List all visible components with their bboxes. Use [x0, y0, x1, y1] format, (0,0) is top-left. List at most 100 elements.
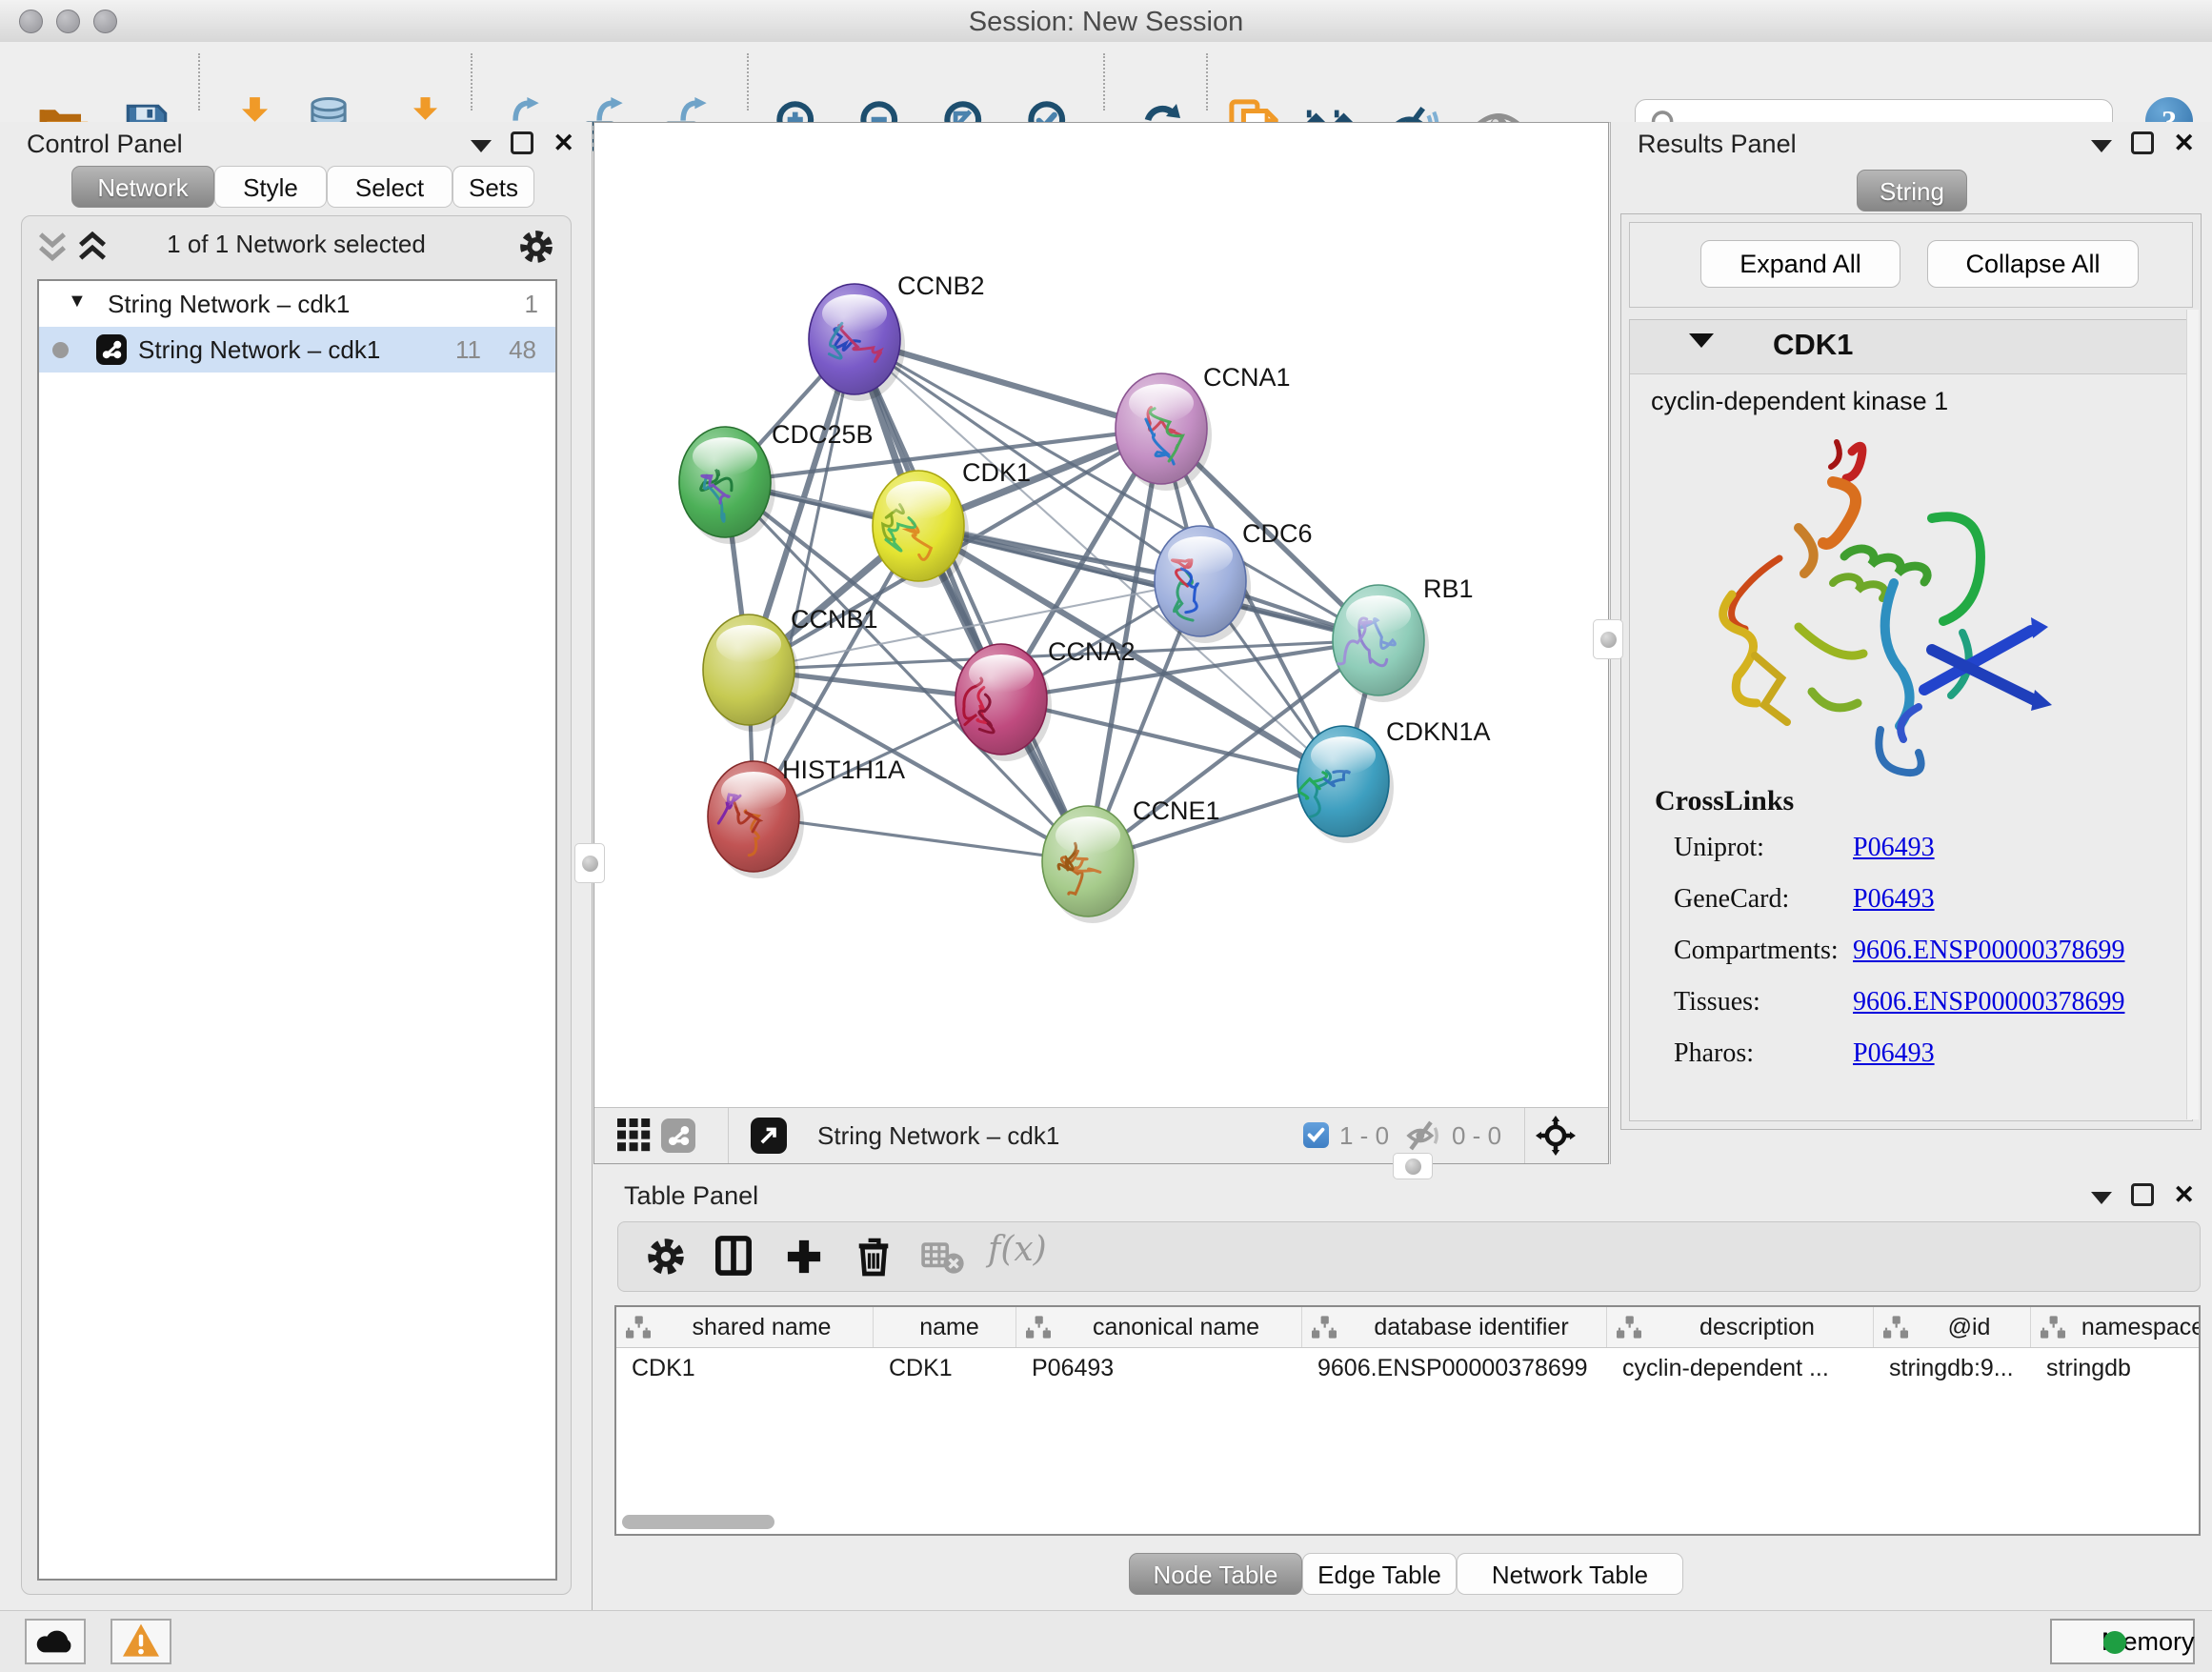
cloud-button[interactable]: [25, 1619, 86, 1664]
column-label: canonical name: [1051, 1314, 1301, 1341]
column-header--id[interactable]: @id: [1874, 1307, 2031, 1347]
network-node-HIST1H1A[interactable]: HIST1H1A: [708, 755, 905, 878]
network-node-CDKN1A[interactable]: CDKN1A: [1293, 717, 1491, 843]
table-cell[interactable]: CDK1: [874, 1347, 1016, 1389]
table-options-gear-icon[interactable]: [647, 1238, 685, 1276]
string-results-box: Expand All Collapse All CDK1 cyclin-depe…: [1620, 213, 2202, 1130]
crosslink-link[interactable]: 9606.ENSP00000378699: [1853, 936, 2124, 966]
node-label: CCNB2: [897, 272, 985, 300]
table-cell[interactable]: stringdb: [2031, 1347, 2201, 1389]
network-row-selected[interactable]: String Network – cdk1 11 48: [39, 327, 555, 373]
network-node-RB1[interactable]: RB1: [1333, 574, 1474, 702]
network-node-CCNB2[interactable]: CCNB2: [809, 272, 985, 401]
memory-status-dot: [2103, 1631, 2126, 1654]
options-gear-icon[interactable]: [519, 230, 553, 264]
tab-string[interactable]: String: [1857, 170, 1967, 212]
toolbar-separator: [471, 53, 473, 111]
panel-menu-icon[interactable]: [471, 140, 492, 152]
network-node-CCNB1[interactable]: CCNB1: [703, 605, 878, 732]
node-label: CDC25B: [772, 420, 874, 449]
expander-icon[interactable]: ▼: [68, 291, 87, 312]
network-view-mode-button[interactable]: [661, 1118, 695, 1153]
tab-network-table[interactable]: Network Table: [1457, 1553, 1683, 1595]
crosslink-label: Compartments:: [1674, 936, 1839, 966]
panel-menu-icon[interactable]: [2091, 140, 2112, 152]
warnings-button[interactable]: [111, 1619, 171, 1664]
table-cell[interactable]: P06493: [1016, 1347, 1302, 1389]
collapse-triangle-icon[interactable]: [1689, 333, 1714, 348]
results-scrollbar[interactable]: [2186, 310, 2199, 1119]
function-builder-fx: f(x): [988, 1230, 1047, 1269]
panel-close-icon[interactable]: ✕: [553, 132, 574, 153]
gene-entry-header[interactable]: CDK1: [1630, 320, 2192, 374]
table-cell[interactable]: 9606.ENSP00000378699: [1302, 1347, 1607, 1389]
column-header-canonical-name[interactable]: canonical name: [1016, 1307, 1302, 1347]
column-header-name[interactable]: name: [874, 1307, 1016, 1347]
node-label: CDKN1A: [1386, 717, 1491, 746]
delete-column-trash-icon[interactable]: [856, 1236, 891, 1278]
control-panel: Control Panel ✕ NetworkStyleSelectSets 1…: [0, 122, 593, 1610]
panel-float-icon[interactable]: [2131, 131, 2154, 154]
crosslink-link[interactable]: P06493: [1853, 1038, 1935, 1069]
network-node-CDC6[interactable]: CDC6: [1155, 519, 1313, 643]
crosslink-label: GeneCard:: [1674, 884, 1789, 915]
hierarchy-icon: [1312, 1316, 1337, 1339]
tab-select[interactable]: Select: [327, 166, 452, 208]
table-toolbar: f(x): [617, 1221, 2201, 1292]
tab-style[interactable]: Style: [214, 166, 327, 208]
separator: [1524, 1108, 1525, 1163]
node-label: CCNA1: [1203, 363, 1291, 392]
separator: [728, 1108, 729, 1163]
column-header-shared-name[interactable]: shared name: [616, 1307, 874, 1347]
cloud-icon: [34, 1624, 76, 1657]
panel-float-icon[interactable]: [511, 131, 533, 154]
column-header-description[interactable]: description: [1607, 1307, 1874, 1347]
collapse-all-button[interactable]: Collapse All: [1927, 240, 2139, 288]
panel-close-icon[interactable]: ✕: [2173, 1184, 2195, 1205]
edge-count: 48: [509, 335, 536, 365]
export-arrow-icon: [511, 97, 541, 122]
table-cell[interactable]: stringdb:9...: [1874, 1347, 2031, 1389]
panel-float-icon[interactable]: [2131, 1183, 2154, 1206]
crosslink-link[interactable]: P06493: [1853, 884, 1935, 915]
memory-button[interactable]: Memory: [2050, 1619, 2195, 1664]
network-node-CDC25B[interactable]: CDC25B: [679, 420, 874, 544]
column-header-database-identifier[interactable]: database identifier: [1302, 1307, 1607, 1347]
tab-edge-table[interactable]: Edge Table: [1302, 1553, 1457, 1595]
table-horizontal-scrollbar[interactable]: [622, 1515, 774, 1529]
create-column-plus-icon[interactable]: [786, 1239, 822, 1275]
column-label: database identifier: [1337, 1314, 1606, 1341]
tab-network[interactable]: Network: [71, 166, 214, 208]
bottom-splitter-handle[interactable]: [1393, 1153, 1433, 1179]
right-splitter-handle[interactable]: [1593, 619, 1623, 659]
panel-close-icon[interactable]: ✕: [2173, 132, 2195, 153]
table-row[interactable]: CDK1CDK1P064939606.ENSP00000378699cyclin…: [616, 1347, 2201, 1389]
gene-description: cyclin-dependent kinase 1: [1651, 387, 1948, 416]
crosslink-row: Tissues:9606.ENSP00000378699: [1674, 977, 2188, 1029]
crosslink-link[interactable]: 9606.ENSP00000378699: [1853, 987, 2124, 1017]
hierarchy-icon: [626, 1316, 651, 1339]
panel-menu-icon[interactable]: [2091, 1192, 2112, 1204]
detach-view-button[interactable]: [751, 1118, 787, 1154]
table-cell[interactable]: cyclin-dependent ...: [1607, 1347, 1874, 1389]
column-header-namespace[interactable]: namespace: [2031, 1307, 2201, 1347]
crosslink-link[interactable]: P06493: [1853, 833, 1935, 863]
table-cell[interactable]: CDK1: [616, 1347, 874, 1389]
network-canvas[interactable]: CCNB2CCNA1CDC25BCDK1CDC6RB1CCNB1CCNA2CDK…: [594, 123, 1608, 1108]
left-splitter-handle[interactable]: [574, 843, 605, 883]
network-collection-row[interactable]: ▼ String Network – cdk1 1: [39, 281, 555, 327]
title-bar: Session: New Session: [0, 0, 2212, 43]
grid-view-icon[interactable]: [617, 1118, 652, 1153]
tab-node-table[interactable]: Node Table: [1129, 1553, 1302, 1595]
export-arrow-icon: [678, 97, 709, 122]
show-columns-icon[interactable]: [715, 1236, 752, 1276]
tab-sets[interactable]: Sets: [452, 166, 534, 208]
expand-all-button[interactable]: Expand All: [1700, 240, 1900, 288]
network-node-CCNE1[interactable]: CCNE1: [1042, 796, 1220, 923]
network-edge[interactable]: [754, 339, 855, 816]
fit-content-crosshair-icon[interactable]: [1536, 1116, 1576, 1156]
column-label: description: [1641, 1314, 1873, 1341]
network-node-CDK1[interactable]: CDK1: [873, 458, 1031, 588]
selected-checkbox-icon[interactable]: [1303, 1122, 1329, 1148]
crosslink-row: Compartments: 9606.ENSP00000378699: [1674, 926, 2188, 977]
